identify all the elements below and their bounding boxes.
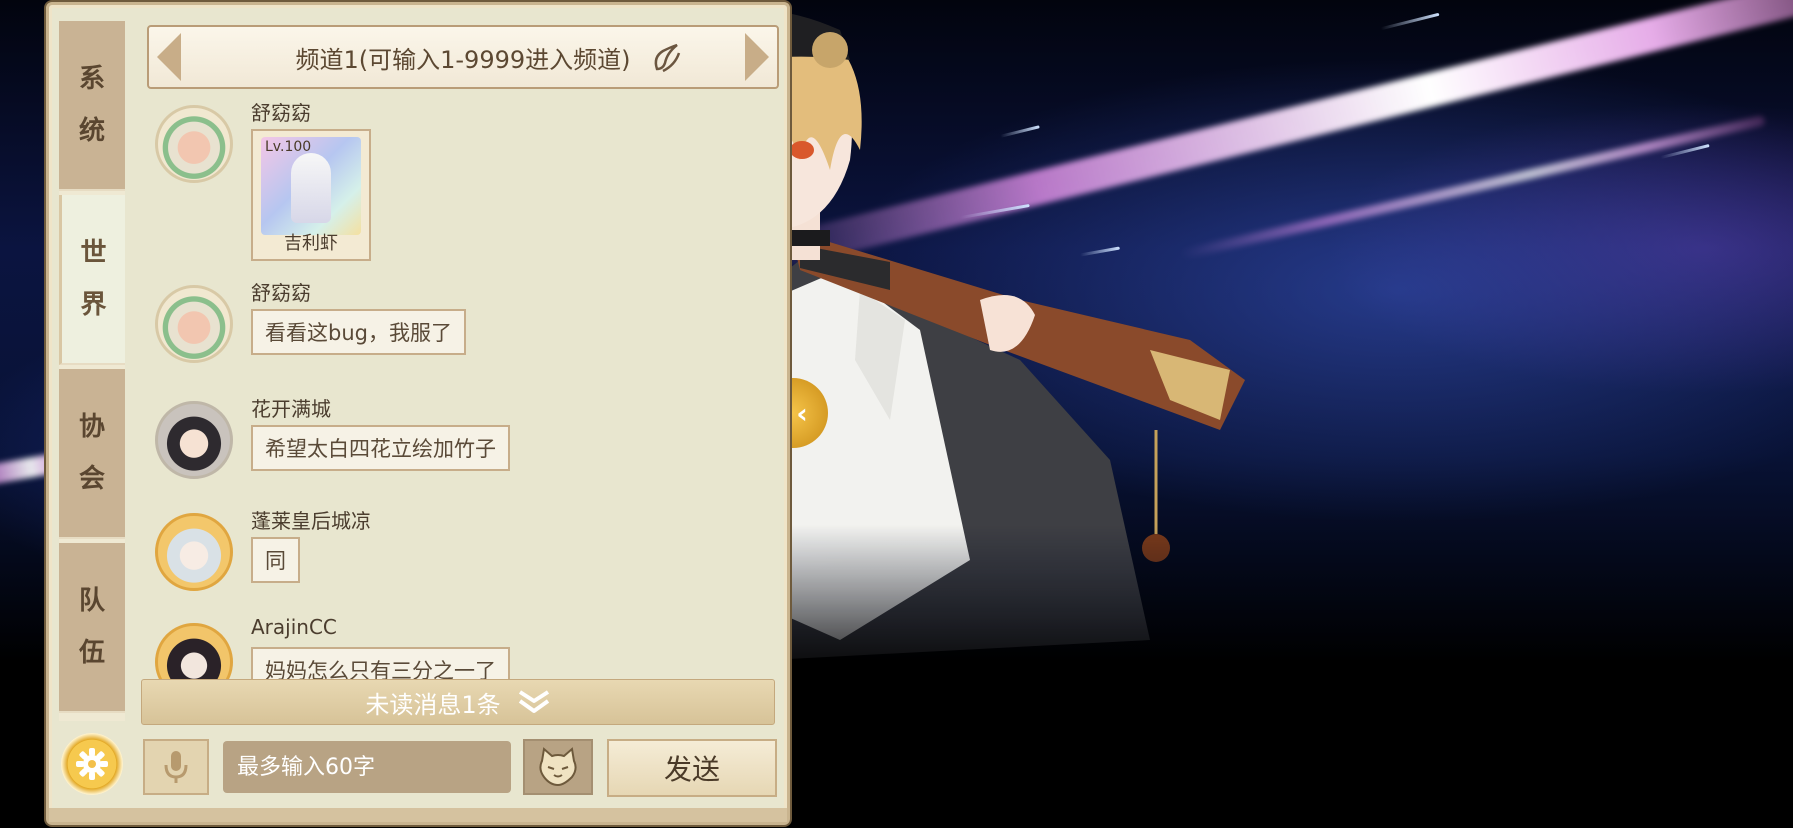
message-bubble: 妈妈怎么只有三分之一了 [251, 647, 510, 683]
send-label: 发送 [663, 753, 720, 786]
sender-name: 花开满城 [251, 397, 331, 421]
cat-emoji-icon [539, 747, 577, 787]
emoji-button[interactable] [523, 739, 593, 795]
tab-label: 世 [80, 238, 107, 268]
avatar[interactable] [155, 623, 233, 683]
tab-label: 队 [78, 586, 105, 616]
chat-panel: 系 统 世 界 协 会 队 伍 频道1(可输入1-9999进入频道) 舒窈窈 L… [46, 2, 790, 825]
voice-button[interactable] [143, 739, 209, 795]
unread-messages-button[interactable]: 未读消息1条 [141, 679, 775, 725]
tab-label: 统 [78, 116, 105, 146]
tab-world[interactable]: 世 界 [59, 195, 125, 365]
avatar[interactable] [155, 285, 233, 363]
tab-label: 界 [80, 290, 107, 320]
sender-name: 蓬莱皇后城凉 [251, 509, 371, 533]
chevron-left-icon: ‹ [796, 396, 808, 430]
sender-name: 舒窈窈 [251, 281, 311, 305]
list-item: ArajinCC 妈妈怎么只有三分之一了 [149, 615, 769, 683]
channel-header[interactable]: 频道1(可输入1-9999进入频道) [147, 25, 779, 89]
avatar[interactable] [155, 105, 233, 183]
tab-label: 系 [78, 64, 105, 94]
tab-label: 会 [78, 464, 105, 494]
panel-frame-bottom [49, 808, 787, 822]
tab-team[interactable]: 队 伍 [59, 543, 125, 713]
microphone-icon [164, 751, 188, 783]
channel-title: 频道1(可输入1-9999进入频道) [295, 45, 631, 74]
avatar[interactable] [155, 513, 233, 591]
tab-system[interactable]: 系 统 [59, 21, 125, 191]
sender-name: ArajinCC [251, 615, 337, 639]
list-item: 花开满城 希望太白四花立绘加竹子 [149, 393, 769, 493]
card-level: Lv.100 [265, 139, 312, 155]
tab-label: 协 [78, 412, 105, 442]
tab-label: 伍 [78, 638, 105, 668]
character-card[interactable]: Lv.100 吉利虾 [251, 129, 371, 261]
unread-label: 未读消息1条 [365, 690, 501, 719]
list-item: 蓬莱皇后城凉 同 [149, 505, 769, 605]
settings-button[interactable] [61, 733, 123, 795]
channel-switch-icon[interactable] [649, 41, 685, 77]
list-item: 舒窈窈 Lv.100 吉利虾 [149, 97, 769, 277]
avatar[interactable] [155, 401, 233, 479]
list-item: 舒窈窈 看看这bug，我服了 [149, 277, 769, 377]
send-button[interactable]: 发送 [607, 739, 777, 797]
chat-tabs: 系 统 世 界 协 会 队 伍 [59, 21, 125, 721]
chat-input[interactable] [223, 741, 511, 793]
tab-guild[interactable]: 协 会 [59, 369, 125, 539]
gear-icon [76, 748, 108, 780]
message-bubble: 希望太白四花立绘加竹子 [251, 425, 510, 471]
chevron-double-down-icon [518, 690, 549, 713]
message-bubble: 看看这bug，我服了 [251, 309, 466, 355]
sender-name: 舒窈窈 [251, 101, 311, 125]
message-list[interactable]: 舒窈窈 Lv.100 吉利虾 舒窈窈 看看这bug，我服了 花开满城 希望太白四… [149, 97, 769, 683]
card-name: 吉利虾 [284, 233, 338, 254]
message-bubble: 同 [251, 537, 300, 583]
character-illustration [690, 10, 1245, 660]
